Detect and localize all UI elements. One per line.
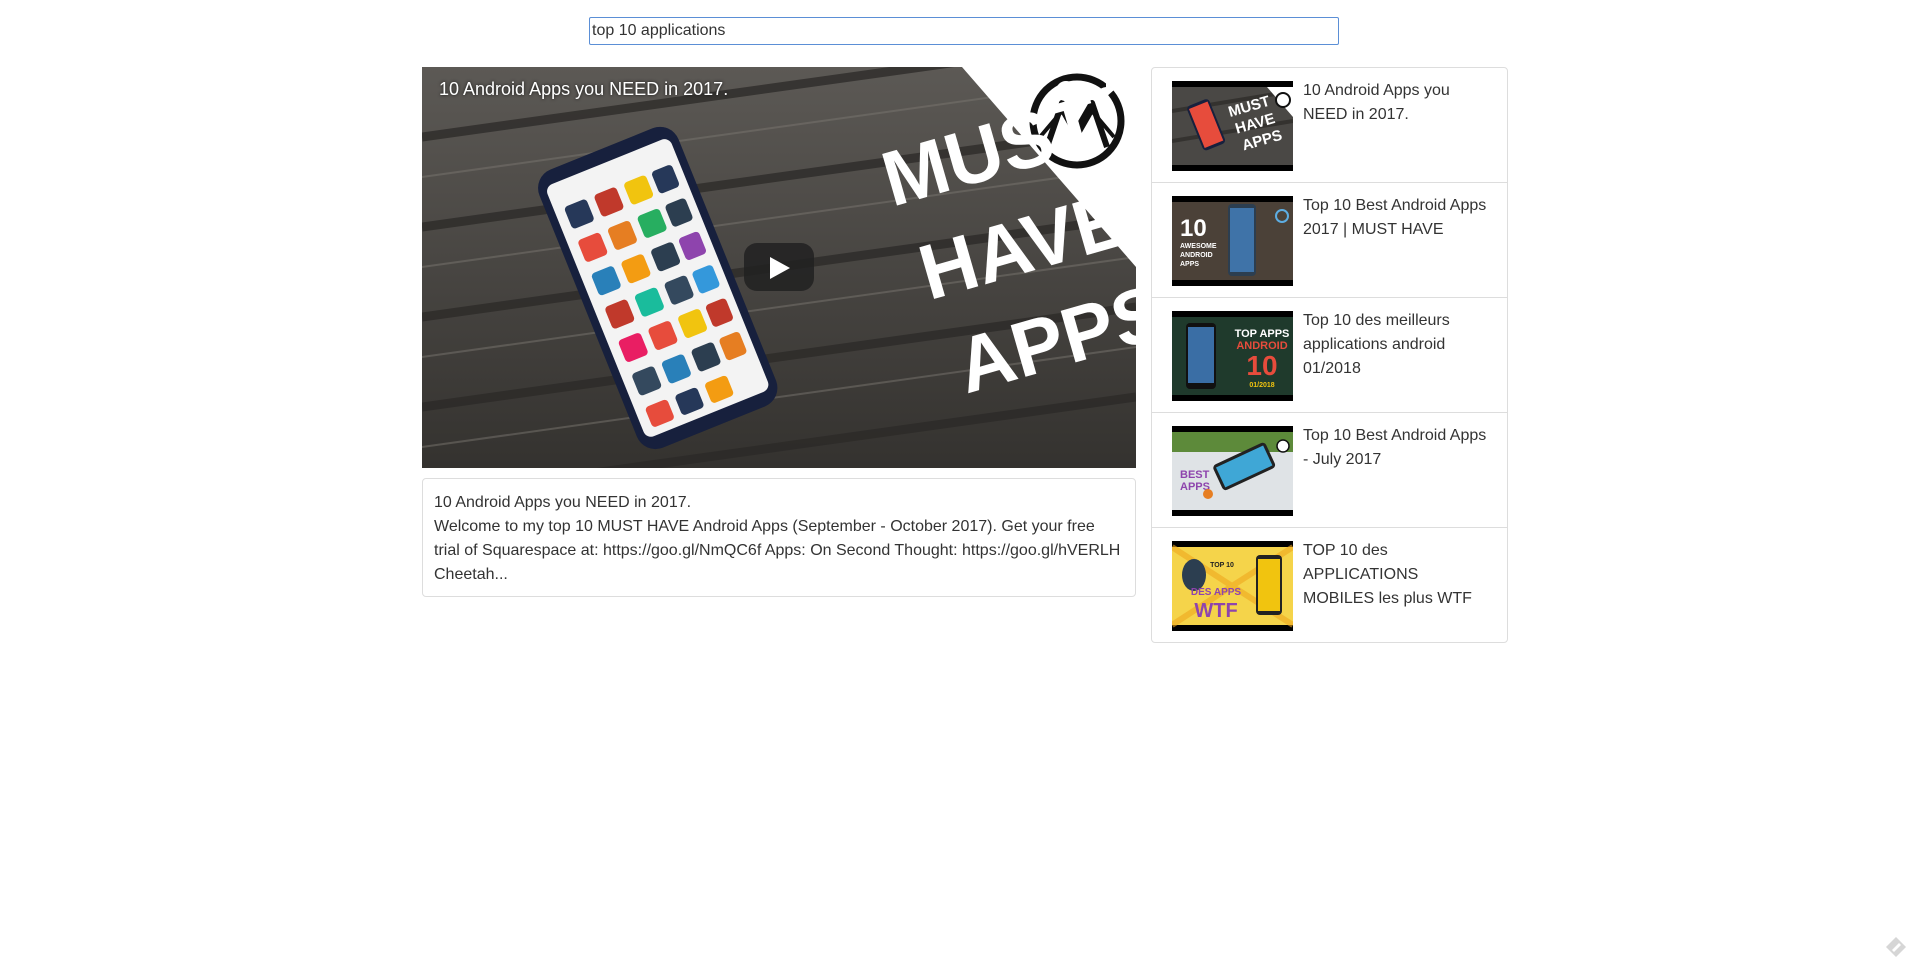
video-description-panel: 10 Android Apps you NEED in 2017. Welcom… xyxy=(422,478,1136,597)
clock-icon[interactable] xyxy=(1054,79,1078,108)
svg-text:10: 10 xyxy=(1246,350,1277,381)
result-thumbnail[interactable]: BEST APPS xyxy=(1172,426,1293,516)
video-player[interactable]: MUST HAVE APPS 10 Android Apps you NEED … xyxy=(422,67,1136,468)
description-text: Welcome to my top 10 MUST HAVE Android A… xyxy=(434,518,1121,583)
result-title[interactable]: 10 Android Apps you NEED in 2017. xyxy=(1303,79,1493,127)
result-item[interactable]: MUST HAVE APPS 10 Android Apps you NEED … xyxy=(1152,68,1507,182)
result-title[interactable]: TOP 10 des APPLICATIONS MOBILES les plus… xyxy=(1303,539,1493,611)
svg-text:TOP 10: TOP 10 xyxy=(1210,562,1234,569)
result-title[interactable]: Top 10 Best Android Apps 2017 | MUST HAV… xyxy=(1303,194,1493,242)
play-icon xyxy=(770,257,790,279)
result-item[interactable]: 10 AWESOME ANDROID APPS Top 10 Best Andr… xyxy=(1152,182,1507,297)
result-item[interactable]: TOP APPS ANDROID 10 01/2018 Top 10 des m… xyxy=(1152,297,1507,412)
description-title: 10 Android Apps you NEED in 2017. xyxy=(434,494,692,511)
svg-text:WTF: WTF xyxy=(1194,600,1237,622)
svg-text:APPS: APPS xyxy=(1180,261,1199,268)
svg-text:TOP APPS: TOP APPS xyxy=(1235,328,1290,340)
result-thumbnail[interactable]: MUST HAVE APPS xyxy=(1172,81,1293,171)
result-item[interactable]: BEST APPS Top 10 Best Android Apps - Jul… xyxy=(1152,412,1507,527)
svg-text:ANDROID: ANDROID xyxy=(1180,252,1213,259)
svg-text:10: 10 xyxy=(1180,215,1207,242)
svg-text:BEST: BEST xyxy=(1180,469,1210,481)
result-title[interactable]: Top 10 Best Android Apps - July 2017 xyxy=(1303,424,1493,472)
result-thumbnail[interactable]: TOP 10 DES APPS WTF xyxy=(1172,541,1293,631)
share-icon[interactable] xyxy=(1092,79,1116,108)
result-thumbnail[interactable]: 10 AWESOME ANDROID APPS xyxy=(1172,196,1293,286)
result-thumbnail[interactable]: TOP APPS ANDROID 10 01/2018 xyxy=(1172,311,1293,401)
svg-text:DES APPS: DES APPS xyxy=(1191,587,1242,598)
edit-icon[interactable] xyxy=(1884,935,1908,964)
play-button[interactable] xyxy=(744,243,814,291)
video-title[interactable]: 10 Android Apps you NEED in 2017. xyxy=(439,79,728,100)
svg-text:01/2018: 01/2018 xyxy=(1249,382,1274,389)
result-title[interactable]: Top 10 des meilleurs applications androi… xyxy=(1303,309,1493,381)
search-input[interactable] xyxy=(589,17,1339,45)
results-list: MUST HAVE APPS 10 Android Apps you NEED … xyxy=(1151,67,1508,643)
svg-text:AWESOME: AWESOME xyxy=(1180,243,1217,250)
result-item[interactable]: TOP 10 DES APPS WTF TOP 10 des APPLICATI… xyxy=(1152,527,1507,642)
